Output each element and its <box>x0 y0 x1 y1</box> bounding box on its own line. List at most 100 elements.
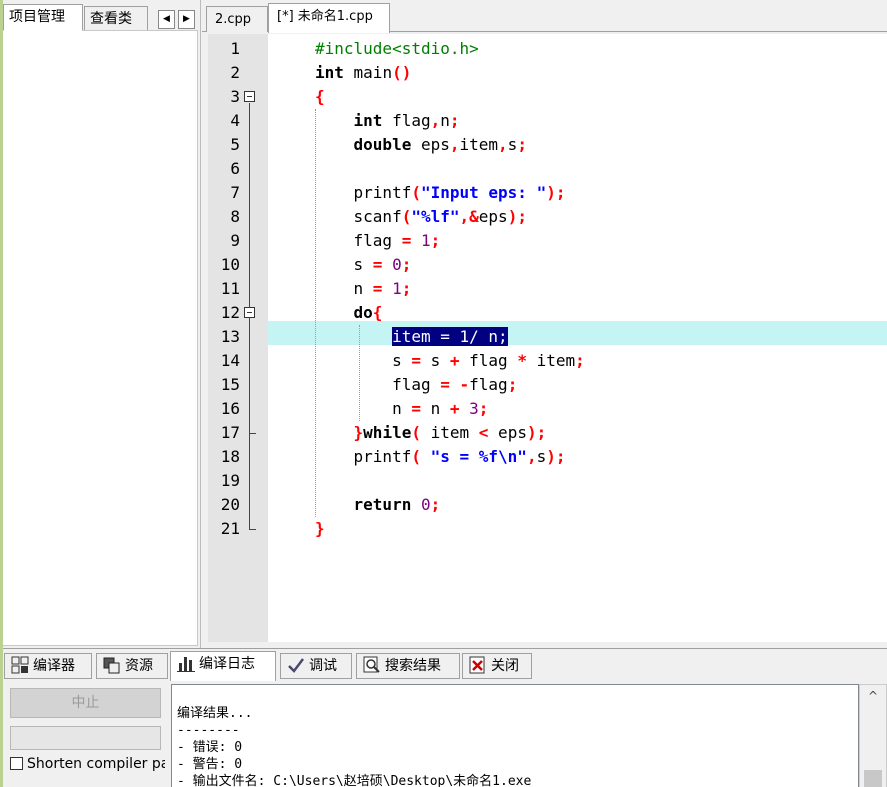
line-number: 7 <box>230 183 240 202</box>
code-line: return 0; <box>315 493 441 517</box>
code-token: = <box>411 351 421 370</box>
bar-chart-icon <box>177 657 195 672</box>
line-number: 12 <box>220 303 240 322</box>
arrow-right-icon: ▶ <box>183 14 190 24</box>
tab-compile-log[interactable]: 编译日志 <box>170 651 276 681</box>
code-token: s <box>536 447 547 466</box>
line-number: 3 <box>230 87 240 106</box>
line-number: 14 <box>220 351 240 370</box>
code-token: double <box>353 135 412 154</box>
code-line: }while( item < eps); <box>315 421 547 445</box>
code-token: s <box>315 255 373 274</box>
tab-resources[interactable]: 资源 <box>96 653 168 679</box>
code-token: = <box>372 255 383 274</box>
ide-window: 项目管理 查看类 ◀ ▶ 2.cpp [*] 未命名1.cpp 12345678… <box>0 0 887 787</box>
tab-search-results[interactable]: 搜索结果 <box>356 653 460 679</box>
code-token: ,& <box>459 207 479 226</box>
code-line: flag = 1; <box>315 229 441 253</box>
tab-project-manager[interactable]: 项目管理 <box>3 4 83 31</box>
tab-label: 查看类 <box>90 11 132 27</box>
line-number: 6 <box>230 159 240 178</box>
tab-file-untitled1[interactable]: [*] 未命名1.cpp <box>268 3 390 33</box>
line-number: 10 <box>220 255 240 274</box>
code-token: ); <box>546 447 566 466</box>
checkmark-icon <box>288 658 304 673</box>
tab-class-view[interactable]: 查看类 <box>84 6 148 30</box>
code-line: { <box>315 85 325 109</box>
tab-debug[interactable]: 调试 <box>280 653 352 679</box>
code-token: item <box>459 135 499 154</box>
arrow-left-icon: ◀ <box>163 14 170 24</box>
fold-collapse-icon[interactable] <box>244 91 255 102</box>
log-line: -------- <box>177 723 240 738</box>
code-token: eps <box>488 423 527 442</box>
code-token: + <box>449 351 460 370</box>
log-line: - 警告: 0 <box>177 757 243 772</box>
stop-button[interactable]: 中止 <box>10 688 161 718</box>
code-token: , <box>449 135 460 154</box>
editor-tabs: 2.cpp [*] 未命名1.cpp <box>202 0 887 33</box>
log-line: - 输出文件名: C:\Users\赵培硕\Desktop\未命名1.exe <box>177 774 532 787</box>
code-token: eps <box>411 135 450 154</box>
line-number: 15 <box>220 375 240 394</box>
tab-label: 编译器 <box>33 658 75 674</box>
code-token: ; <box>430 495 441 514</box>
code-line: printf( "s = %f\n",s); <box>315 445 566 469</box>
scroll-up-icon[interactable]: ^ <box>860 685 886 707</box>
shorten-compiler-paths-checkbox[interactable]: Shorten compiler pa <box>10 756 165 776</box>
checkbox-box[interactable] <box>10 757 23 770</box>
project-tree[interactable] <box>2 30 198 646</box>
tab-close[interactable]: 关闭 <box>462 653 532 679</box>
tab-compiler[interactable]: 编译器 <box>4 653 92 679</box>
scrollbar-thumb[interactable] <box>864 770 882 787</box>
log-line: - 错误: 0 <box>177 740 243 755</box>
log-scrollbar[interactable]: ^ <box>859 684 887 787</box>
resources-icon <box>103 657 120 674</box>
code-token: eps <box>478 207 508 226</box>
tab-label: [*] 未命名1.cpp <box>277 9 373 24</box>
code-token: int <box>353 111 383 130</box>
line-number: 18 <box>220 447 240 466</box>
line-number: 17 <box>220 423 240 442</box>
code-editor[interactable]: 1 2 3 4 5 6 7 8 9 10 11 12 13 14 15 16 17 18 19 20 21 #includ… <box>208 34 887 642</box>
line-number: 2 <box>230 63 240 82</box>
line-number: 16 <box>220 399 240 418</box>
code-token: "%lf" <box>411 207 460 226</box>
code-token: = <box>401 231 412 250</box>
code-line: item = 1/ n; <box>315 325 508 349</box>
compile-log-output[interactable]: 编译结果... -------- - 错误: 0 - 警告: 0 - 输出文件名… <box>171 684 859 787</box>
code-token: "Input eps: " <box>420 183 547 202</box>
code-line: s = s + flag * item; <box>315 349 585 373</box>
line-number: 5 <box>230 135 240 154</box>
code-token: item <box>420 423 479 442</box>
code-token: ; <box>507 375 518 394</box>
tab-scroll-right-button[interactable]: ▶ <box>178 10 195 29</box>
tab-file-2cpp[interactable]: 2.cpp <box>206 6 268 32</box>
code-token: n <box>420 399 450 418</box>
tab-label: 调试 <box>309 658 337 674</box>
code-token: , <box>430 111 441 130</box>
line-number: 1 <box>230 39 240 58</box>
grid-icon <box>11 656 29 674</box>
line-number: 11 <box>220 279 240 298</box>
code-token: flag <box>315 231 402 250</box>
code-token: n <box>440 111 450 130</box>
tab-scroll-left-button[interactable]: ◀ <box>158 10 175 29</box>
code-line: printf("Input eps: "); <box>315 181 566 205</box>
project-panel-tabs: 项目管理 查看类 ◀ ▶ <box>0 4 200 31</box>
fold-collapse-icon[interactable] <box>244 307 255 318</box>
log-line: 编译结果... <box>177 706 253 721</box>
code-token: 0 <box>392 255 402 274</box>
line-number: 19 <box>220 471 240 490</box>
code-token: ; <box>401 279 412 298</box>
indent-guide <box>359 325 360 421</box>
code-token: ); <box>526 423 547 442</box>
tab-label: 关闭 <box>491 658 519 674</box>
search-results-icon <box>363 656 380 673</box>
